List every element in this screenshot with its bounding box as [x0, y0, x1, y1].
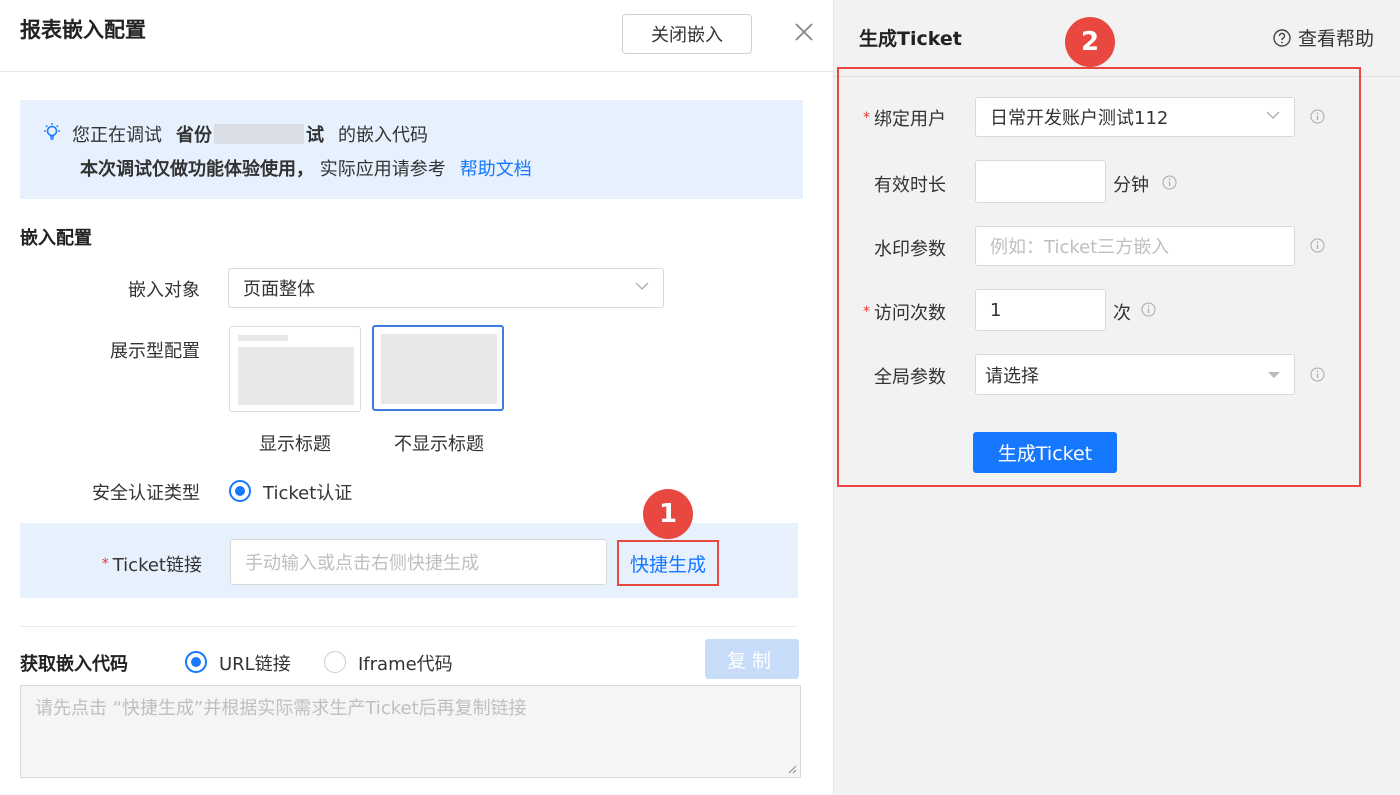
global-params-placeholder: 请选择: [985, 365, 1039, 387]
tip-text: 实际应用请参考: [319, 159, 446, 180]
tip-suffix: 的嵌入代码: [338, 125, 428, 146]
ticket-auth-radio[interactable]: [229, 480, 251, 502]
view-help-label: 查看帮助: [1298, 28, 1375, 50]
duration-label: 有效时长: [874, 175, 946, 196]
visits-label-text: 访问次数: [874, 303, 946, 324]
close-embed-button[interactable]: 关闭嵌入: [622, 14, 752, 54]
dialog-title: 报表嵌入配置: [20, 18, 146, 42]
annotation-badge-1: 1: [643, 489, 693, 539]
layout-with-title-thumbnail: [238, 335, 354, 405]
visits-input[interactable]: 1: [975, 289, 1106, 331]
embed-config-dialog: 报表嵌入配置 关闭嵌入 您正在调试 省份 试的嵌入代码 本次调试仅做功能体验使用， …: [0, 0, 833, 795]
embed-config-title: 嵌入配置: [20, 228, 92, 249]
ticket-panel-title: 生成Ticket: [859, 28, 962, 50]
report-name-start: 省份: [176, 125, 212, 146]
layout-with-title-card[interactable]: [229, 326, 361, 412]
resize-handle-icon[interactable]: [787, 764, 797, 774]
debug-tip-banner: 您正在调试 省份 试的嵌入代码 本次调试仅做功能体验使用， 实际应用请参考 帮助文档: [20, 100, 803, 199]
close-icon[interactable]: [792, 20, 816, 44]
bind-user-label-text: 绑定用户: [874, 109, 946, 130]
tip-line-2: 本次调试仅做功能体验使用， 实际应用请参考 帮助文档: [80, 155, 532, 181]
visits-label: * 访问次数: [834, 299, 946, 325]
layout-without-title-thumbnail: [381, 334, 497, 404]
global-params-label: 全局参数: [874, 367, 946, 388]
info-icon[interactable]: [1141, 302, 1156, 317]
required-mark: *: [863, 304, 870, 320]
iframe-code-radio[interactable]: [324, 651, 346, 673]
ticket-auth-label: Ticket认证: [263, 483, 353, 504]
ticket-link-label-text: Ticket链接: [112, 555, 202, 576]
info-icon[interactable]: [1310, 367, 1325, 382]
duration-unit: 分钟: [1113, 175, 1149, 196]
target-label: 嵌入对象: [128, 280, 200, 301]
ticket-link-label: * Ticket链接: [60, 551, 202, 577]
info-icon[interactable]: [1310, 238, 1325, 253]
url-link-label: URL链接: [219, 654, 291, 675]
info-icon[interactable]: [1310, 109, 1325, 124]
watermark-input[interactable]: 例如：Ticket三方嵌入: [975, 226, 1295, 266]
embed-code-placeholder: 请先点击 “快捷生成”并根据实际需求生产Ticket后再复制链接: [35, 698, 527, 719]
tip-prefix: 您正在调试: [72, 125, 162, 146]
report-name: 省份 试: [176, 124, 324, 146]
layout-without-title-card[interactable]: [372, 325, 504, 411]
get-code-title: 获取嵌入代码: [20, 654, 128, 675]
annotation-badge-2: 2: [1065, 17, 1115, 67]
iframe-code-label: Iframe代码: [358, 654, 453, 675]
quick-generate-link[interactable]: 快捷生成: [617, 540, 719, 586]
info-icon[interactable]: [1162, 175, 1177, 190]
header-divider: [0, 71, 833, 72]
required-mark: *: [863, 110, 870, 126]
bind-user-select[interactable]: 日常开发账户测试112: [975, 97, 1295, 137]
display-label: 展示型配置: [110, 341, 200, 362]
auth-type-label: 安全认证类型: [92, 483, 200, 504]
copy-button[interactable]: 复制: [705, 639, 799, 679]
help-doc-link[interactable]: 帮助文档: [460, 159, 532, 180]
show-title-label: 显示标题: [259, 434, 331, 455]
url-link-radio[interactable]: [185, 651, 207, 673]
question-circle-icon: [1273, 28, 1291, 47]
hide-title-label: 不显示标题: [394, 434, 484, 455]
ticket-link-input[interactable]: 手动输入或点击右侧快捷生成: [230, 539, 607, 585]
bind-user-value: 日常开发账户测试112: [990, 108, 1169, 129]
embed-target-select[interactable]: 页面整体: [228, 268, 664, 308]
chevron-down-icon: [1266, 111, 1280, 119]
view-help-link[interactable]: 查看帮助: [1272, 24, 1374, 51]
redacted-mask: [214, 124, 304, 144]
lightbulb-icon: [44, 123, 60, 140]
required-mark: *: [101, 556, 109, 572]
generate-ticket-button[interactable]: 生成Ticket: [973, 432, 1117, 473]
duration-input[interactable]: [975, 160, 1106, 203]
tip-line-1: 您正在调试 省份 试的嵌入代码: [72, 121, 428, 147]
visits-unit: 次: [1113, 303, 1131, 324]
chevron-down-icon: [635, 282, 649, 290]
embed-target-value: 页面整体: [243, 279, 315, 300]
embed-code-textarea[interactable]: 请先点击 “快捷生成”并根据实际需求生产Ticket后再复制链接: [20, 685, 801, 778]
generate-ticket-panel: 生成Ticket 查看帮助 2 * 绑定用户 日常开发账户测试112 有效时长 分…: [833, 0, 1400, 795]
caret-down-icon: [1268, 371, 1280, 378]
global-params-select[interactable]: 请选择: [975, 354, 1295, 395]
tip-bold-text: 本次调试仅做功能体验使用，: [80, 159, 314, 180]
report-name-end: 试: [306, 125, 324, 146]
watermark-label: 水印参数: [874, 239, 946, 260]
bind-user-label: * 绑定用户: [834, 105, 946, 131]
section-divider: [20, 626, 798, 627]
